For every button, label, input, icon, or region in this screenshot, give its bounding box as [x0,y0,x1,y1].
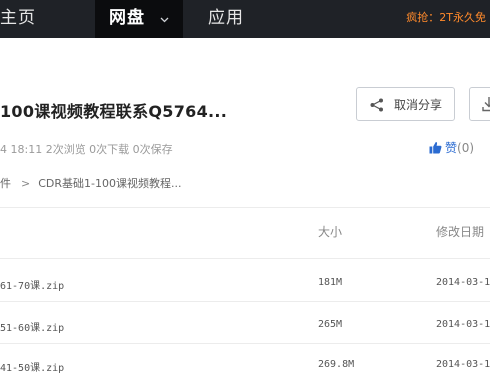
table-header-divider [0,258,490,259]
breadcrumb-separator: > [21,177,31,190]
thumbs-up-icon [429,141,442,157]
share-title: 100课视频教程联系Q5764... [0,102,228,121]
like-count: (0) [457,141,475,155]
nav-disk-label: 网盘 [109,8,145,28]
like-button[interactable]: 赞(0) [429,139,474,157]
file-date: 2014-03-1 [436,319,490,330]
share-icon [370,97,384,116]
share-meta: 4 18:11 2次浏览 0次下载 0次保存 [0,143,173,156]
top-nav: 主页 网盘 应用 疯抢：2T永久免 [0,0,490,38]
column-header-modified[interactable]: 修改日期 [436,223,484,240]
row-divider [0,301,490,302]
file-name[interactable]: 41-50课.zip [0,359,64,374]
nav-home[interactable]: 主页 [0,0,36,38]
table-row[interactable]: 51-60课.zip 265M 2014-03-1 [0,306,490,343]
breadcrumb-root[interactable]: 件 [0,177,11,190]
column-header-size[interactable]: 大小 [318,223,342,240]
row-divider [0,343,490,344]
file-name[interactable]: 61-70课.zip [0,277,64,292]
chevron-down-icon[interactable] [160,0,169,36]
table-row[interactable]: 41-50课.zip 269.8M 2014-03-1 [0,347,490,384]
file-size: 269.8M [318,359,355,370]
breadcrumb-current: CDR基础1-100课视频教程... [38,177,182,190]
promo-link[interactable]: 疯抢：2T永久免 [406,0,486,38]
nav-app[interactable]: 应用 [208,0,244,38]
table-row[interactable]: 61-70课.zip 181M 2014-03-1 [0,264,490,301]
nav-disk[interactable]: 网盘 [95,0,183,38]
table-top-divider [0,207,490,208]
cancel-share-label: 取消分享 [394,98,443,112]
file-date: 2014-03-1 [436,277,490,288]
file-name[interactable]: 51-60课.zip [0,319,64,334]
like-label: 赞 [445,141,458,155]
file-size: 181M [318,277,343,288]
download-icon [482,96,490,116]
file-size: 265M [318,319,343,330]
file-date: 2014-03-1 [436,359,490,370]
breadcrumb: 件 > CDR基础1-100课视频教程... [0,175,181,191]
cancel-share-button[interactable]: 取消分享 [356,87,455,121]
download-button[interactable] [469,87,490,121]
